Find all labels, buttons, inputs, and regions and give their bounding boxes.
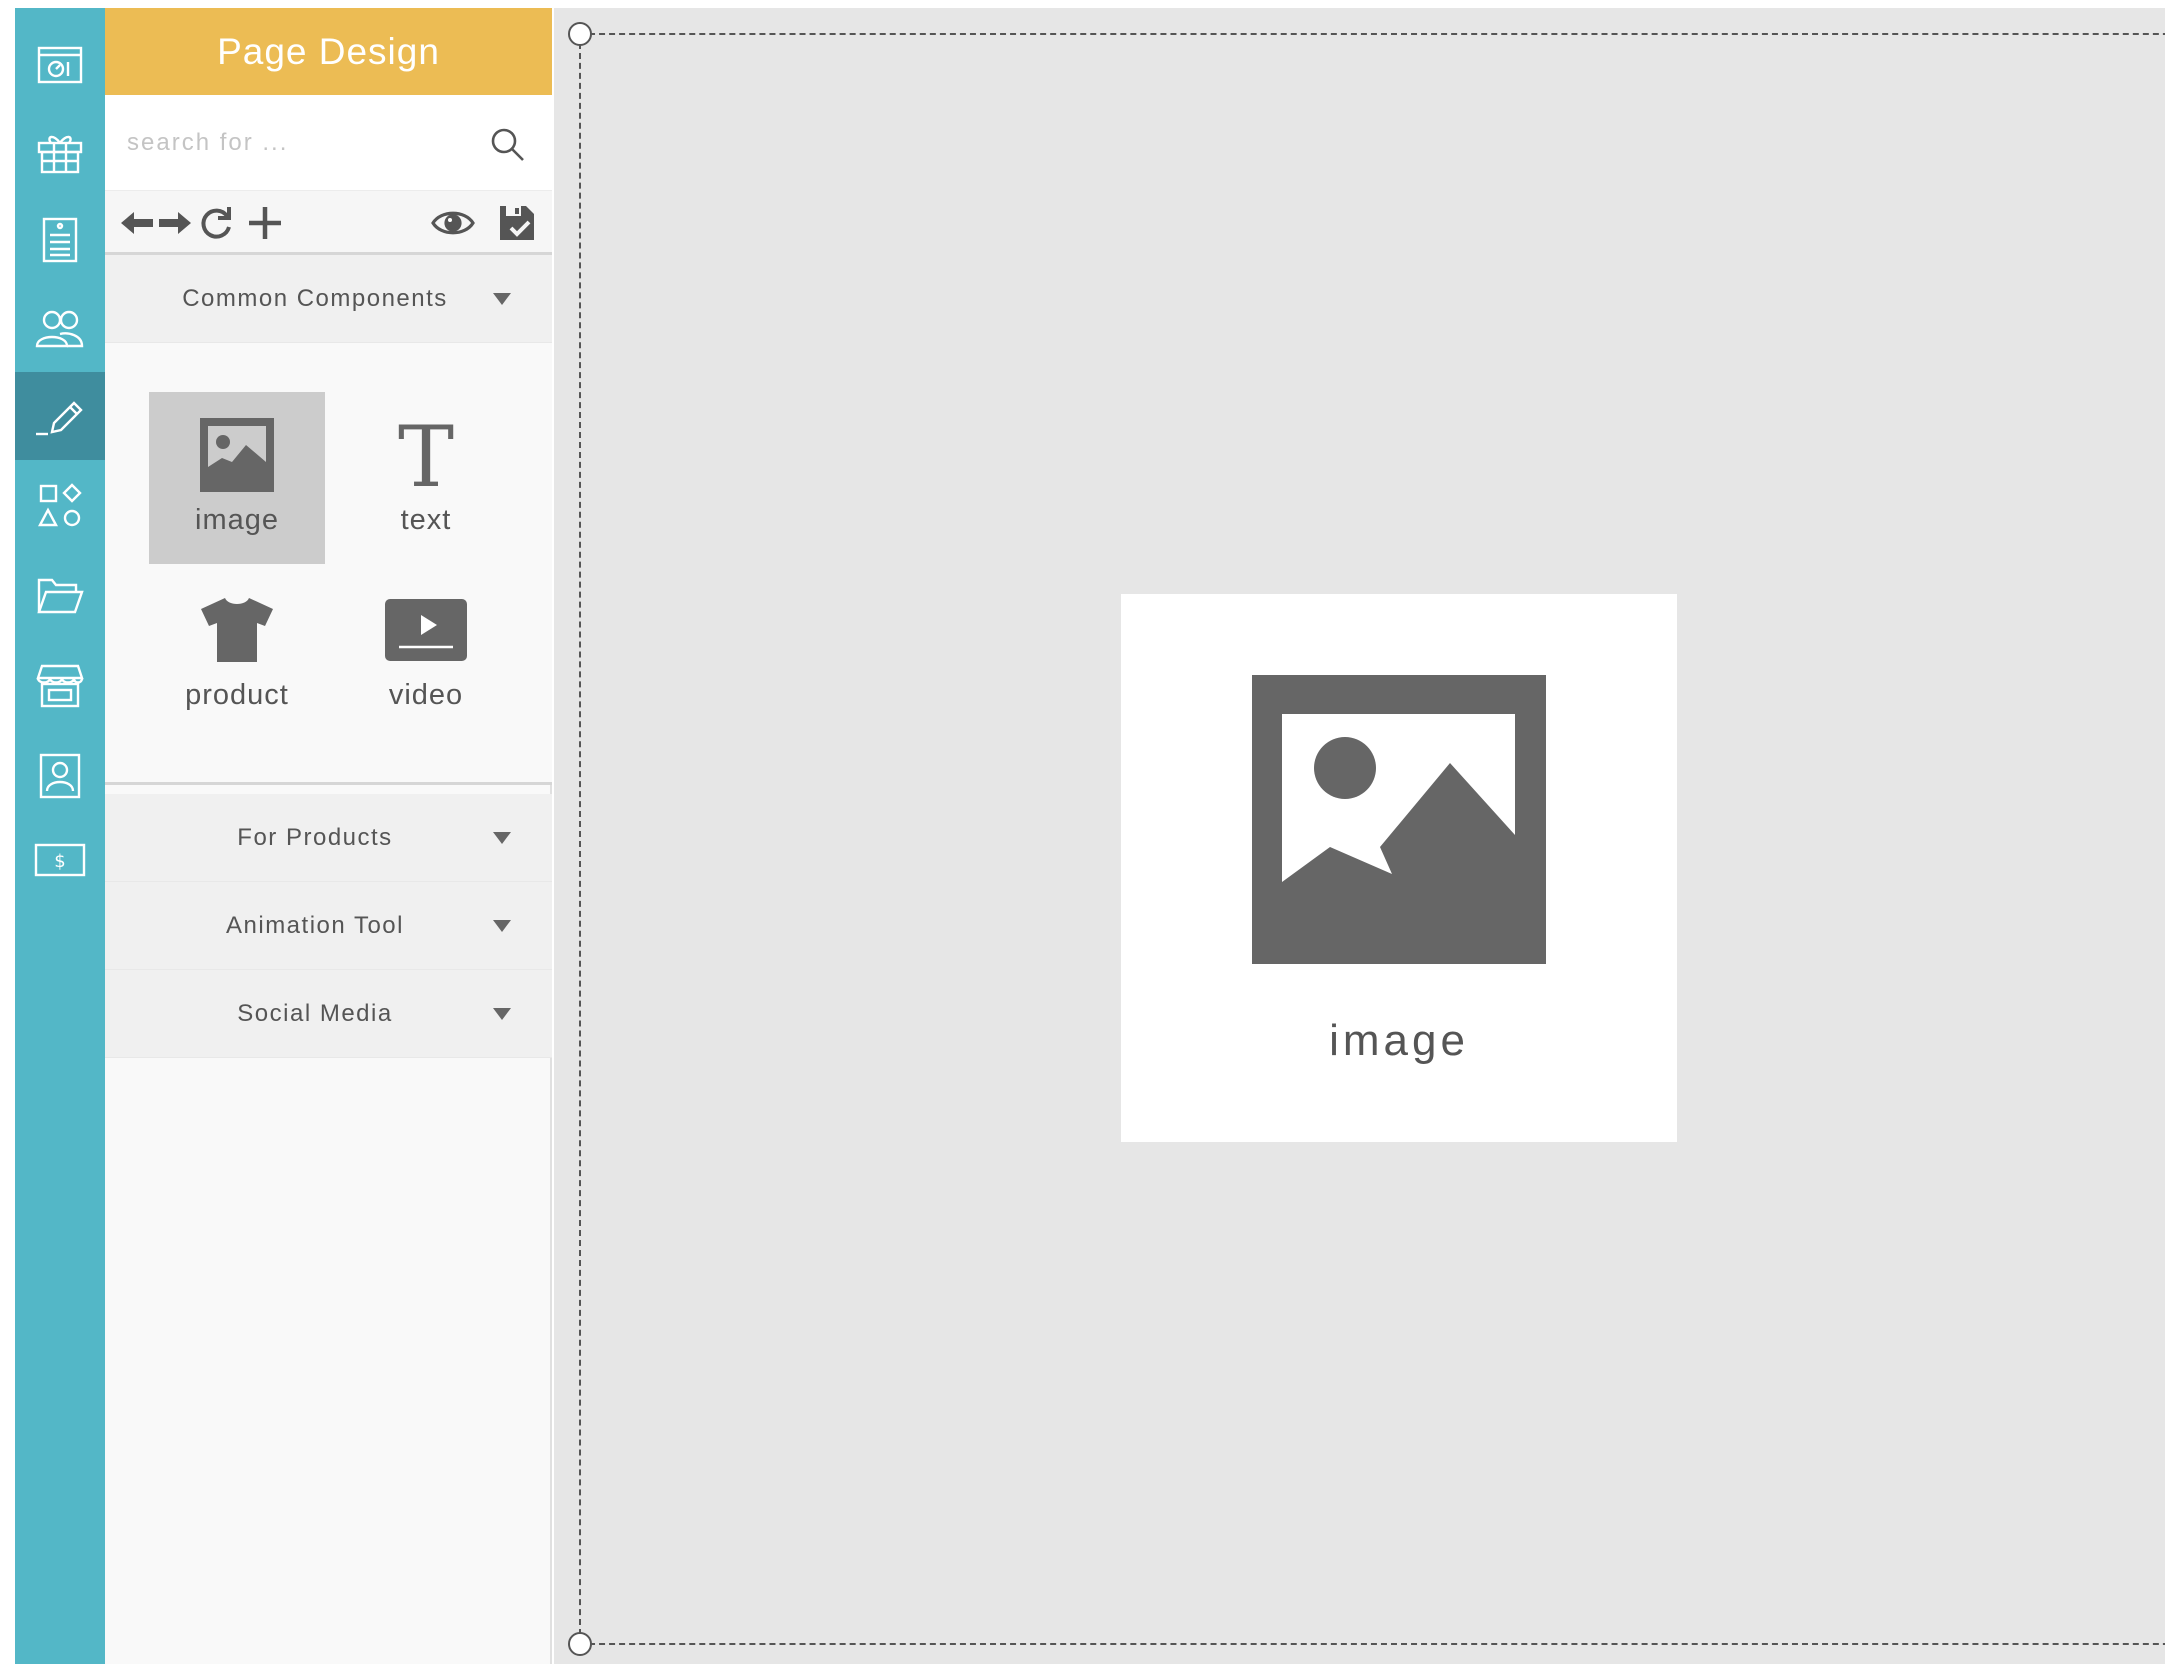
component-label: video	[388, 679, 464, 711]
component-video[interactable]: video	[338, 567, 514, 739]
arrow-right-icon	[159, 212, 191, 234]
users-icon	[35, 310, 84, 348]
plus-icon	[249, 207, 281, 239]
rail-item-files[interactable]	[15, 552, 105, 640]
page-design-panel: Page Design search for ... Common Compon…	[105, 8, 552, 1664]
section-common-components[interactable]: Common Components	[105, 255, 552, 343]
clipboard-icon	[42, 217, 78, 263]
caret-down-icon	[493, 832, 511, 844]
caret-down-icon	[493, 1008, 511, 1020]
caret-down-icon	[493, 293, 511, 305]
search-input[interactable]	[127, 123, 467, 163]
video-icon	[385, 591, 467, 669]
caret-down-icon	[493, 920, 511, 932]
add-button[interactable]	[245, 203, 285, 243]
section-animation-tool[interactable]: Animation Tool	[105, 882, 552, 970]
refresh-button[interactable]	[196, 203, 236, 243]
component-text[interactable]: T text	[338, 392, 514, 564]
search-bar	[105, 95, 552, 191]
rail-item-dashboard[interactable]	[15, 22, 105, 110]
contact-card-icon	[39, 753, 81, 799]
image-icon	[200, 416, 274, 494]
search-icon[interactable]	[490, 127, 526, 163]
page-design-pencil-icon	[36, 401, 83, 436]
canvas-image-element[interactable]: image	[1121, 594, 1677, 1142]
text-icon: T	[394, 416, 458, 494]
svg-text:$: $	[54, 851, 65, 872]
section-label: Common Components	[182, 285, 448, 312]
rail-item-billing[interactable]: $	[15, 816, 105, 904]
gift-icon	[37, 135, 83, 174]
component-label: product	[185, 679, 289, 711]
resize-handle-bottom-left[interactable]	[568, 1632, 592, 1656]
icon-rail: $	[15, 8, 105, 1664]
section-for-products[interactable]: For Products	[105, 794, 552, 882]
component-product[interactable]: product	[149, 567, 325, 739]
preview-button[interactable]	[431, 203, 475, 243]
rail-item-widgets[interactable]	[15, 462, 105, 550]
svg-text:T: T	[398, 416, 454, 494]
folder-icon	[37, 578, 84, 614]
arrow-left-icon	[121, 212, 153, 234]
save-icon	[500, 206, 534, 240]
dollar-bill-icon: $	[34, 843, 86, 877]
store-icon	[36, 664, 84, 708]
selection-frame: image	[568, 22, 2165, 1656]
rail-item-members[interactable]	[15, 286, 105, 374]
rail-item-gifts[interactable]	[15, 108, 105, 196]
rail-item-page-design[interactable]	[15, 372, 105, 460]
rail-item-notes[interactable]	[15, 196, 105, 284]
section-social-media[interactable]: Social Media	[105, 970, 552, 1058]
refresh-icon	[201, 207, 231, 239]
section-label: For Products	[237, 824, 393, 851]
component-label: image	[195, 504, 279, 536]
undo-button[interactable]	[117, 203, 157, 243]
component-image[interactable]: image	[149, 392, 325, 564]
editor-toolbar	[105, 191, 552, 255]
section-label: Animation Tool	[226, 912, 404, 939]
rail-item-contacts[interactable]	[15, 732, 105, 820]
redo-button[interactable]	[155, 203, 195, 243]
tshirt-icon	[199, 591, 275, 669]
image-placeholder-icon	[1252, 675, 1546, 964]
component-label: text	[400, 504, 452, 536]
design-canvas[interactable]: image	[554, 8, 2165, 1664]
save-button[interactable]	[497, 203, 537, 243]
resize-handle-top-left[interactable]	[568, 22, 592, 46]
eye-icon	[431, 211, 475, 235]
page-design-app: $ Page Design search for ... Common Comp…	[0, 0, 2165, 1664]
canvas-element-label: image	[1329, 1016, 1469, 1065]
section-label: Social Media	[237, 1000, 393, 1027]
component-grid: image T text product video	[105, 343, 552, 785]
dashboard-icon	[37, 46, 83, 84]
panel-title: Page Design	[105, 8, 552, 95]
rail-item-store[interactable]	[15, 642, 105, 730]
shapes-icon	[38, 483, 82, 527]
